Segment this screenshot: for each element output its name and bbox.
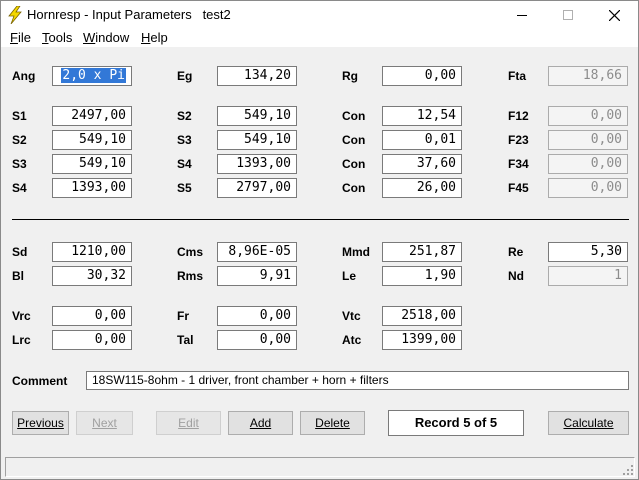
next-button[interactable]: Next <box>76 411 133 435</box>
con2-field[interactable]: 0,01 <box>382 130 462 150</box>
sd-label: Sd <box>12 245 28 259</box>
re-field[interactable]: 5,30 <box>548 242 628 262</box>
vtc-label: Vtc <box>342 309 361 323</box>
f12-field: 0,00 <box>548 106 628 126</box>
bl-label: Bl <box>12 269 24 283</box>
menu-help[interactable]: Help <box>141 30 168 45</box>
rg-label: Rg <box>342 69 358 83</box>
f23-label: F23 <box>508 133 529 147</box>
f45-label: F45 <box>508 181 529 195</box>
s4-left-field[interactable]: 1393,00 <box>52 178 132 198</box>
fta-label: Fta <box>508 69 526 83</box>
con3-label: Con <box>342 157 366 171</box>
atc-label: Atc <box>342 333 362 347</box>
f34-field: 0,00 <box>548 154 628 174</box>
nd-label: Nd <box>508 269 524 283</box>
add-button[interactable]: Add <box>228 411 293 435</box>
tal-label: Tal <box>177 333 194 347</box>
s2-mid-label: S2 <box>177 109 192 123</box>
con2-label: Con <box>342 133 366 147</box>
s3-mid-label: S3 <box>177 133 192 147</box>
s4-left-label: S4 <box>12 181 27 195</box>
s3-left-label: S3 <box>12 157 27 171</box>
title-bar[interactable]: Hornresp - Input Parameters test2 <box>1 1 638 30</box>
fr-label: Fr <box>177 309 189 323</box>
nd-field: 1 <box>548 266 628 286</box>
s5-mid-label: S5 <box>177 181 192 195</box>
close-icon <box>609 10 620 21</box>
con1-label: Con <box>342 109 366 123</box>
cms-label: Cms <box>177 245 204 259</box>
window-title: Hornresp - Input Parameters test2 <box>27 7 231 22</box>
mmd-field[interactable]: 251,87 <box>382 242 462 262</box>
s3-left-field[interactable]: 549,10 <box>52 154 132 174</box>
s4-mid-field[interactable]: 1393,00 <box>217 154 297 174</box>
le-label: Le <box>342 269 357 283</box>
previous-button[interactable]: Previous <box>12 411 69 435</box>
status-bar <box>5 457 635 477</box>
f12-label: F12 <box>508 109 529 123</box>
ang-label: Ang <box>12 69 36 83</box>
edit-button[interactable]: Edit <box>156 411 221 435</box>
mmd-label: Mmd <box>342 245 370 259</box>
lightning-bolt-icon <box>8 6 22 24</box>
record-indicator: Record 5 of 5 <box>388 410 524 436</box>
cms-field[interactable]: 8,96E-05 <box>217 242 297 262</box>
con4-field[interactable]: 26,00 <box>382 178 462 198</box>
sd-field[interactable]: 1210,00 <box>52 242 132 262</box>
s2-left-field[interactable]: 549,10 <box>52 130 132 150</box>
atc-field[interactable]: 1399,00 <box>382 330 462 350</box>
comment-field[interactable]: 18SW115-8ohm - 1 driver, front chamber +… <box>86 371 629 390</box>
minimize-button[interactable] <box>500 1 546 30</box>
f34-label: F34 <box>508 157 529 171</box>
con1-field[interactable]: 12,54 <box>382 106 462 126</box>
s1-label: S1 <box>12 109 27 123</box>
le-field[interactable]: 1,90 <box>382 266 462 286</box>
s4-mid-label: S4 <box>177 157 192 171</box>
menu-window[interactable]: Window <box>83 30 129 45</box>
f23-field: 0,00 <box>548 130 628 150</box>
maximize-icon <box>563 10 573 20</box>
rms-field[interactable]: 9,91 <box>217 266 297 286</box>
section-divider <box>12 219 629 220</box>
menu-file[interactable]: File <box>10 30 31 45</box>
vrc-label: Vrc <box>12 309 31 323</box>
comment-label: Comment <box>12 374 68 388</box>
re-label: Re <box>508 245 524 259</box>
maximize-button[interactable] <box>546 1 592 30</box>
hornresp-input-window: Hornresp - Input Parameters test2 File T… <box>0 0 639 480</box>
lrc-field[interactable]: 0,00 <box>52 330 132 350</box>
close-button[interactable] <box>592 1 638 30</box>
con4-label: Con <box>342 181 366 195</box>
minimize-icon <box>517 15 527 16</box>
rg-field[interactable]: 0,00 <box>382 66 462 86</box>
f45-field: 0,00 <box>548 178 628 198</box>
s1-field[interactable]: 2497,00 <box>52 106 132 126</box>
tal-field[interactable]: 0,00 <box>217 330 297 350</box>
s2-left-label: S2 <box>12 133 27 147</box>
menu-bar: File Tools Window Help <box>1 30 638 47</box>
menu-tools[interactable]: Tools <box>42 30 72 45</box>
lrc-label: Lrc <box>12 333 31 347</box>
con3-field[interactable]: 37,60 <box>382 154 462 174</box>
s3-mid-field[interactable]: 549,10 <box>217 130 297 150</box>
s5-mid-field[interactable]: 2797,00 <box>217 178 297 198</box>
eg-field[interactable]: 134,20 <box>217 66 297 86</box>
delete-button[interactable]: Delete <box>300 411 365 435</box>
resize-grip-icon[interactable] <box>622 464 634 476</box>
calculate-button[interactable]: Calculate <box>548 411 629 435</box>
rms-label: Rms <box>177 269 204 283</box>
vrc-field[interactable]: 0,00 <box>52 306 132 326</box>
fta-field: 18,66 <box>548 66 628 86</box>
s2-mid-field[interactable]: 549,10 <box>217 106 297 126</box>
bl-field[interactable]: 30,32 <box>52 266 132 286</box>
vtc-field[interactable]: 2518,00 <box>382 306 462 326</box>
eg-label: Eg <box>177 69 193 83</box>
ang-field[interactable]: 2,0 x Pi <box>52 66 132 86</box>
fr-field[interactable]: 0,00 <box>217 306 297 326</box>
